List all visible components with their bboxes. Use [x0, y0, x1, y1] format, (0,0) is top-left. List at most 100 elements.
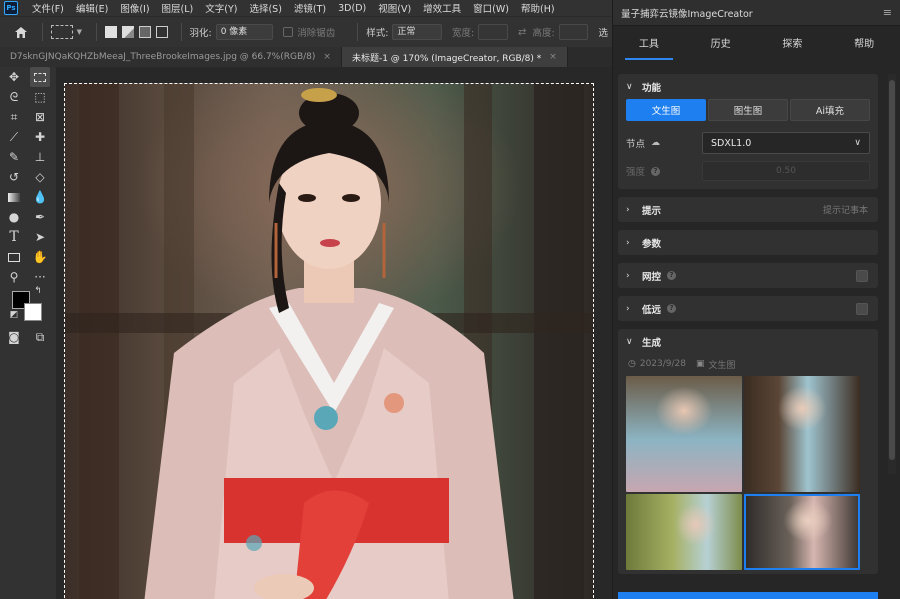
result-thumbnail[interactable]	[744, 376, 860, 492]
params-section-header[interactable]: › 参数	[618, 230, 878, 255]
select-and-mask-label[interactable]: 选	[598, 25, 608, 39]
close-icon[interactable]: ×	[549, 52, 557, 62]
generate-button[interactable]	[618, 592, 878, 599]
menu-select[interactable]: 选择(S)	[243, 1, 287, 15]
menu-edit[interactable]: 编辑(E)	[70, 1, 114, 15]
image-to-image-button[interactable]: 图生图	[708, 99, 788, 121]
lowres-section-header[interactable]: › 低远 ?	[618, 296, 878, 321]
healing-brush-tool-icon[interactable]: ✚	[30, 127, 50, 147]
control-section-header[interactable]: › 网控 ?	[618, 263, 878, 288]
intersect-selection-icon[interactable]	[155, 26, 168, 38]
menu-file[interactable]: 文件(F)	[26, 1, 70, 15]
quick-mask-icon[interactable]: ◙	[4, 327, 24, 347]
panel-title-bar: 量子捕弈云镜像ImageCreator ≡	[613, 0, 900, 26]
photoshop-logo-icon: Ps	[4, 1, 18, 15]
eraser-tool-icon[interactable]: ◇	[30, 167, 50, 187]
menu-image[interactable]: 图像(I)	[114, 1, 155, 15]
tab-history[interactable]: 历史	[685, 26, 757, 64]
lowres-section: › 低远 ?	[618, 296, 878, 321]
menu-view[interactable]: 视图(V)	[372, 1, 417, 15]
menu-window[interactable]: 窗口(W)	[467, 1, 515, 15]
scrollbar-thumb[interactable]	[889, 80, 895, 460]
background-color-swatch[interactable]	[24, 303, 42, 321]
text-to-image-button[interactable]: 文生图	[626, 99, 706, 121]
panel-scrollbar[interactable]	[888, 74, 896, 474]
help-icon[interactable]: ?	[667, 304, 677, 313]
lowres-toggle[interactable]	[856, 302, 868, 315]
feather-input[interactable]: 0 像素	[215, 24, 274, 40]
chevron-down-icon: ∨	[854, 138, 861, 148]
subtract-from-selection-icon[interactable]	[138, 26, 151, 38]
doc-tab-2[interactable]: 未标题-1 @ 170% (ImageCreator, RGB/8) * ×	[341, 47, 568, 67]
crop-tool-icon[interactable]: ⌗	[4, 107, 24, 127]
width-input[interactable]	[478, 24, 509, 40]
tab-tools[interactable]: 工具	[613, 26, 685, 64]
canvas-image[interactable]	[64, 83, 594, 599]
height-input[interactable]	[558, 24, 589, 40]
doc-tab-1[interactable]: D7sknGJNQaKQHZbMeeaJ_ThreeBrookeImages.j…	[0, 47, 342, 67]
gradient-tool-icon[interactable]	[4, 187, 24, 207]
default-colors-icon[interactable]: ◩	[8, 309, 20, 321]
antialias-checkbox[interactable]	[283, 27, 294, 37]
eyedropper-tool-icon[interactable]: ⟋	[4, 127, 24, 147]
help-icon[interactable]: ?	[667, 271, 677, 280]
pen-tool-icon[interactable]: ✒	[30, 207, 50, 227]
blur-tool-icon[interactable]: 💧	[30, 187, 50, 207]
history-brush-tool-icon[interactable]: ↺	[4, 167, 24, 187]
object-selection-tool-icon[interactable]: ⬚	[30, 87, 50, 107]
home-button[interactable]	[8, 21, 34, 43]
chevron-down-icon[interactable]: ▼	[77, 28, 82, 36]
rectangle-tool-icon[interactable]	[4, 247, 24, 267]
add-to-selection-icon[interactable]	[121, 26, 134, 38]
result-thumbnail[interactable]	[626, 376, 742, 492]
tab-help[interactable]: 帮助	[828, 26, 900, 64]
style-label: 样式:	[366, 28, 389, 39]
zoom-tool-icon[interactable]: ⚲	[4, 267, 24, 287]
tab-explore[interactable]: 探索	[757, 26, 829, 64]
chevron-right-icon: ›	[626, 270, 630, 281]
options-bar: ▼ 羽化: 0 像素 消除锯齿 样式: 正常 宽度: ⇄ 高度: 选	[0, 16, 612, 47]
screen-mode-icon[interactable]: ⧉	[30, 327, 50, 347]
menu-layer[interactable]: 图层(L)	[156, 1, 200, 15]
home-icon	[14, 26, 27, 38]
strength-slider[interactable]: 0.50	[702, 161, 870, 181]
section-title: 参数	[642, 238, 662, 250]
canvas-area[interactable]	[56, 67, 612, 599]
node-select[interactable]: SDXL1.0 ∨	[702, 132, 870, 154]
hand-tool-icon[interactable]: ✋	[30, 247, 50, 267]
more-tools-icon[interactable]: ···	[30, 267, 50, 287]
function-section-header[interactable]: ∨ 功能	[618, 74, 878, 99]
marquee-tool-preset-icon[interactable]	[50, 25, 73, 39]
prompt-section-header[interactable]: › 提示 提示记事本	[618, 197, 878, 222]
result-thumbnail[interactable]	[626, 494, 742, 570]
menu-type[interactable]: 文字(Y)	[199, 1, 243, 15]
clone-stamp-tool-icon[interactable]: ⊥	[30, 147, 50, 167]
prompt-notebook-link[interactable]: 提示记事本	[823, 203, 868, 216]
menu-help[interactable]: 帮助(H)	[515, 1, 561, 15]
rectangular-marquee-tool-icon[interactable]	[30, 67, 50, 87]
style-select[interactable]: 正常	[392, 24, 443, 40]
dodge-tool-icon[interactable]: ●	[4, 207, 24, 227]
new-selection-icon[interactable]	[104, 26, 117, 38]
result-gallery	[618, 374, 878, 570]
control-toggle[interactable]	[856, 269, 868, 282]
menu-filter[interactable]: 滤镜(T)	[288, 1, 332, 15]
menu-plugins[interactable]: 增效工具	[417, 1, 467, 15]
path-selection-tool-icon[interactable]: ➤	[30, 227, 50, 247]
help-icon[interactable]: ?	[651, 166, 661, 176]
type-tool-icon[interactable]: T	[4, 227, 24, 247]
lasso-tool-icon[interactable]: ᘓ	[4, 87, 24, 107]
frame-tool-icon[interactable]: ⊠	[30, 107, 50, 127]
result-thumbnail[interactable]	[744, 494, 860, 570]
move-tool-icon[interactable]: ✥	[4, 67, 24, 87]
close-icon[interactable]: ×	[323, 52, 331, 62]
menu-3d[interactable]: 3D(D)	[332, 3, 372, 14]
ai-fill-button[interactable]: Ai填充	[790, 99, 870, 121]
swap-icon[interactable]: ⇄	[518, 27, 526, 38]
feather-label: 羽化:	[189, 28, 212, 39]
brush-tool-icon[interactable]: ✎	[4, 147, 24, 167]
panel-menu-icon[interactable]: ≡	[883, 6, 892, 19]
swap-colors-icon[interactable]: ↰	[32, 285, 44, 297]
generate-section-header[interactable]: ∨ 生成	[618, 329, 878, 354]
chevron-right-icon: ›	[626, 204, 630, 215]
